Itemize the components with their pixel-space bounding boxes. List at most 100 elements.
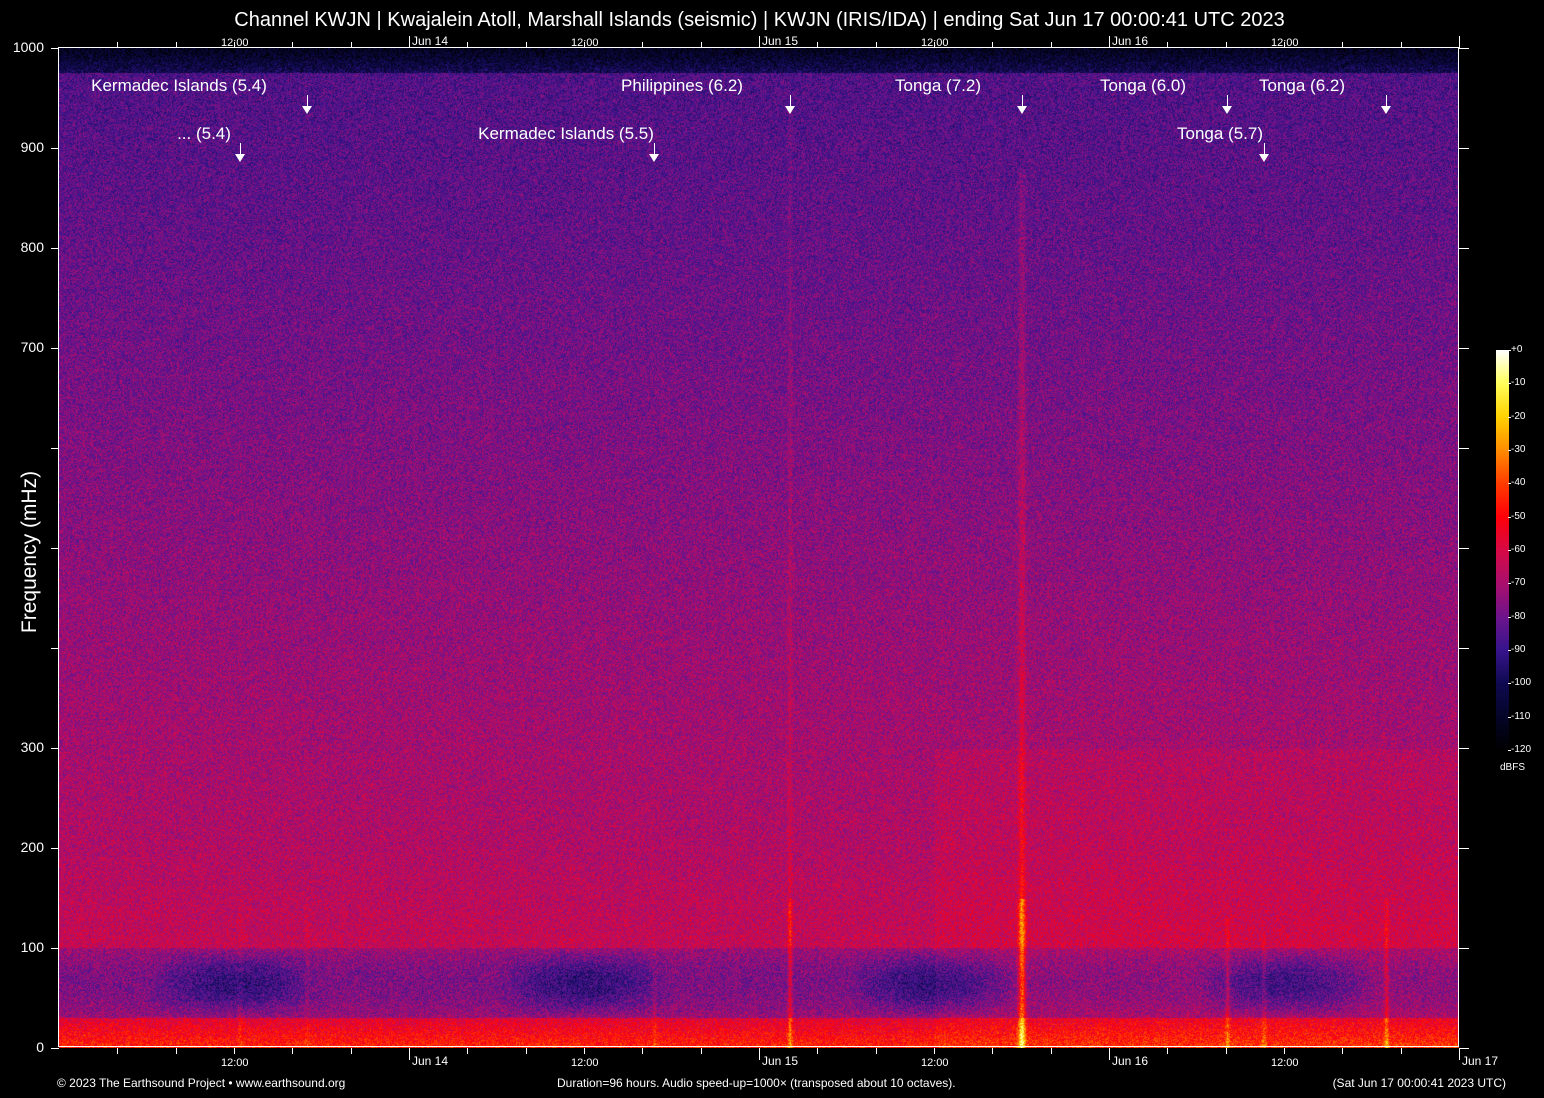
x-tick-bottom (876, 1048, 877, 1054)
y-tick-label: 700 (20, 339, 44, 355)
x-tick-label-bottom: 12:00 (221, 1057, 249, 1069)
y-tick-left (51, 948, 59, 949)
x-tick-bottom (584, 1048, 585, 1054)
colorbar-tick-label: -90 (1511, 644, 1526, 655)
colorbar-tick-label: -50 (1511, 510, 1526, 522)
y-tick-label: 100 (20, 939, 44, 955)
x-tick-top (176, 42, 177, 48)
colorbar-tick-label: +0 (1511, 344, 1523, 355)
x-tick-top (701, 42, 702, 48)
y-tick-right (1459, 348, 1469, 349)
x-tick-top (292, 42, 293, 48)
x-tick-label-bottom: 12:00 (571, 1057, 599, 1069)
x-tick-bottom (117, 1048, 118, 1054)
y-tick-left (51, 148, 59, 149)
colorbar-tick-label: -40 (1511, 477, 1526, 489)
colorbar-tick (1508, 583, 1511, 585)
event-arrowhead (1222, 106, 1232, 114)
y-axis-label: Frequency (mHz) (18, 470, 41, 634)
y-tick-label: 900 (20, 139, 44, 155)
chart-title: Channel KWJN | Kwajalein Atoll, Marshall… (234, 9, 1285, 31)
colorbar-tick-label: -100 (1511, 677, 1532, 689)
x-tick-bottom (234, 1048, 235, 1054)
y-tick-right (1459, 448, 1469, 449)
y-tick-label: 0 (36, 1039, 44, 1055)
y-tick-left (51, 1048, 59, 1049)
x-tick-bottom (526, 1048, 527, 1054)
x-tick-top (1401, 42, 1402, 48)
colorbar-tick-label: -70 (1511, 577, 1526, 589)
x-tick-bottom (1167, 1048, 1168, 1054)
y-tick-right (1459, 148, 1469, 149)
colorbar-tick (1508, 450, 1511, 451)
y-tick-right (1459, 948, 1469, 949)
x-tick-label-top: Jun 15 (762, 34, 799, 48)
event-label: Tonga (7.2) (895, 76, 981, 95)
x-tick-label-top: 12:00 (571, 37, 599, 49)
colorbar-tick (1508, 383, 1511, 385)
x-tick-top (351, 42, 352, 48)
x-tick-bottom (1284, 1048, 1285, 1054)
x-tick-label-bottom: 12:00 (921, 1057, 949, 1069)
x-tick-top (467, 42, 468, 48)
y-tick-label: 200 (20, 839, 44, 855)
colorbar-tick (1508, 650, 1511, 651)
y-tick-left (51, 748, 59, 749)
x-tick-label-top: 12:00 (1271, 37, 1299, 49)
event-label: Tonga (6.2) (1259, 76, 1345, 95)
y-tick-left (51, 248, 59, 249)
spectrogram (59, 48, 1459, 1048)
x-tick-top (1342, 42, 1343, 48)
x-tick-top (992, 42, 993, 48)
x-tick-top (1051, 42, 1052, 48)
x-tick-bottom (1401, 1048, 1402, 1054)
x-tick-label-top: Jun 16 (1112, 34, 1149, 48)
event-arrowhead (785, 106, 795, 114)
colorbar-tick (1508, 516, 1511, 518)
y-tick-left (51, 848, 59, 849)
colorbar-tick-label: -80 (1511, 610, 1526, 622)
x-tick-top (1109, 36, 1110, 48)
footer-copyright: © 2023 The Earthsound Project • www.eart… (57, 1076, 346, 1090)
event-label: Tonga (5.7) (1177, 124, 1263, 143)
y-tick-left (51, 48, 59, 49)
colorbar-tick-label: -60 (1511, 544, 1526, 555)
colorbar-tick (1508, 483, 1511, 485)
y-tick-left (51, 648, 59, 649)
x-tick-bottom (759, 1048, 760, 1060)
x-tick-label-bottom: 12:00 (1271, 1057, 1299, 1069)
colorbar-tick (1508, 716, 1511, 718)
event-arrowhead (1259, 154, 1269, 162)
x-tick-top (117, 42, 118, 48)
colorbar-tick (1508, 416, 1511, 418)
x-tick-top (642, 42, 643, 48)
footer-info: Duration=96 hours. Audio speed-up=1000× … (557, 1076, 956, 1090)
y-tick-label: 300 (20, 739, 44, 755)
y-tick-right (1459, 848, 1469, 849)
x-tick-bottom (176, 1048, 177, 1054)
y-tick-right (1459, 248, 1469, 249)
x-tick-bottom (701, 1048, 702, 1054)
colorbar-tick (1508, 616, 1511, 618)
x-tick-label-top: 12:00 (221, 37, 249, 49)
x-tick-top (1167, 42, 1168, 48)
y-tick-label: 1000 (12, 39, 44, 55)
colorbar-tick-label: -110 (1511, 710, 1531, 722)
x-tick-top (526, 42, 527, 48)
x-tick-bottom (1226, 1048, 1227, 1054)
x-tick-bottom (934, 1048, 935, 1054)
colorbar-tick (1508, 750, 1511, 751)
event-arrowhead (1017, 106, 1027, 114)
y-tick-right (1459, 748, 1469, 749)
x-tick-top (759, 36, 760, 48)
x-tick-label-bottom: Jun 15 (762, 1054, 799, 1068)
x-tick-bottom (642, 1048, 643, 1054)
x-tick-bottom (1342, 1048, 1343, 1054)
event-arrowhead (302, 106, 312, 114)
footer-timestamp: (Sat Jun 17 00:00:41 2023 UTC) (1332, 1076, 1506, 1090)
x-tick-top (409, 36, 410, 48)
x-tick-bottom (467, 1048, 468, 1054)
y-tick-left (51, 448, 59, 449)
event-arrowhead (235, 154, 245, 162)
y-tick-right (1459, 1048, 1469, 1049)
